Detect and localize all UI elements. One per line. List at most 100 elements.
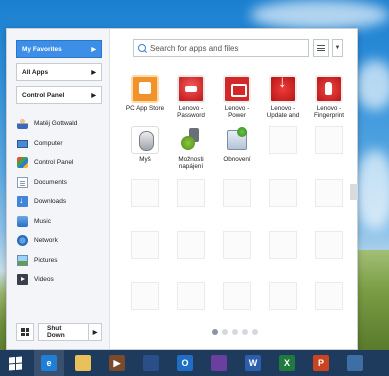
- chevron-right-icon: ▶: [91, 92, 96, 99]
- empty-tile[interactable]: [269, 282, 297, 310]
- taskbar-people-app[interactable]: [340, 350, 370, 376]
- taskbar-powerpoint[interactable]: P: [306, 350, 336, 376]
- app-label: Možnosti: [178, 156, 204, 163]
- empty-tile[interactable]: [269, 179, 297, 207]
- app-tile[interactable]: Lenovo - Update and: [260, 75, 306, 119]
- empty-tile[interactable]: [315, 231, 343, 259]
- powerpoint-icon: P: [313, 355, 329, 371]
- taskbar-outlook[interactable]: O: [170, 350, 200, 376]
- place-user[interactable]: Matěj Gottwald: [17, 114, 107, 134]
- taskbar-word[interactable]: W: [238, 350, 268, 376]
- app-tile[interactable]: Lenovo - Password: [168, 75, 214, 119]
- search-input[interactable]: [150, 43, 300, 53]
- view-dropdown-button[interactable]: ▼: [332, 39, 343, 57]
- fingerprint-icon: [315, 75, 343, 103]
- place-downloads[interactable]: Downloads: [17, 192, 107, 212]
- empty-tile[interactable]: [269, 126, 297, 154]
- control-panel-icon: [17, 157, 28, 169]
- place-music[interactable]: Music: [17, 212, 107, 232]
- place-label: Documents: [34, 178, 67, 186]
- search-icon: [138, 44, 146, 52]
- internet-explorer-icon: e: [41, 355, 57, 371]
- page-dot[interactable]: [222, 329, 228, 335]
- shutdown-button[interactable]: Shut Down ▶: [38, 323, 102, 341]
- page-dot[interactable]: [242, 329, 248, 335]
- place-documents[interactable]: Documents: [17, 173, 107, 193]
- app-label: Lenovo -: [316, 105, 342, 112]
- empty-tile[interactable]: [131, 179, 159, 207]
- empty-tile[interactable]: [269, 231, 297, 259]
- notepad-app-icon: [211, 355, 227, 371]
- app-label: Lenovo -: [270, 105, 296, 112]
- app-tile[interactable]: Lenovo - Power: [214, 75, 260, 119]
- app-tile[interactable]: Obnovení: [214, 126, 260, 163]
- empty-tile[interactable]: [315, 179, 343, 207]
- nav-label: My Favorites: [22, 45, 62, 53]
- taskbar-blue-app[interactable]: [136, 350, 166, 376]
- user-icon: [17, 118, 28, 130]
- taskbar-excel[interactable]: X: [272, 350, 302, 376]
- app-tile[interactable]: PC App Store: [122, 75, 168, 112]
- empty-tile[interactable]: [131, 231, 159, 259]
- empty-tile[interactable]: [177, 179, 205, 207]
- chevron-down-icon: ▼: [334, 45, 341, 51]
- taskbar-internet-explorer[interactable]: e: [34, 350, 64, 376]
- taskbar-file-explorer[interactable]: [68, 350, 98, 376]
- outlook-icon: O: [177, 355, 193, 371]
- app-label: PC App Store: [125, 105, 165, 112]
- start-button[interactable]: [0, 350, 30, 376]
- app-label-2: napájení: [178, 163, 204, 170]
- nav-control-panel[interactable]: Control Panel ▶: [16, 86, 102, 104]
- app-tile[interactable]: Lenovo - Fingerprint: [306, 75, 352, 119]
- page-dot[interactable]: [212, 329, 218, 335]
- app-label: Obnovení: [223, 156, 251, 163]
- nav-my-favorites[interactable]: My Favorites ▶: [16, 40, 102, 58]
- taskbar: e ▶ O W X P: [0, 350, 389, 376]
- chevron-right-icon[interactable]: ▶: [89, 324, 101, 340]
- start-screen-button[interactable]: [16, 323, 34, 341]
- desktop-grass: [355, 250, 389, 350]
- next-page-handle[interactable]: [350, 184, 358, 200]
- taskbar-notepad-app[interactable]: [204, 350, 234, 376]
- nav-all-apps[interactable]: All Apps ▶: [16, 63, 102, 81]
- app-label-2: Power: [228, 112, 246, 119]
- app-label: Lenovo -: [178, 105, 204, 112]
- taskbar-items: e ▶ O W X P: [30, 350, 370, 376]
- search-box[interactable]: [133, 39, 309, 57]
- app-tile[interactable]: Možnosti napájení: [168, 126, 214, 170]
- empty-tile[interactable]: [315, 282, 343, 310]
- view-toggle-button[interactable]: [313, 39, 329, 57]
- nav-label: Control Panel: [22, 91, 65, 99]
- place-pictures[interactable]: Pictures: [17, 251, 107, 271]
- computer-icon: [17, 139, 28, 148]
- place-control-panel[interactable]: Control Panel: [17, 153, 107, 173]
- place-label: Network: [34, 237, 58, 245]
- empty-tile[interactable]: [177, 282, 205, 310]
- store-icon: [131, 75, 159, 103]
- media-player-icon: ▶: [109, 355, 125, 371]
- place-videos[interactable]: Videos: [17, 270, 107, 290]
- app-label: Myš: [139, 156, 151, 163]
- place-label: Videos: [34, 276, 54, 284]
- empty-tile[interactable]: [131, 282, 159, 310]
- page-dot[interactable]: [232, 329, 238, 335]
- desktop-cloud: [355, 150, 389, 230]
- empty-tile[interactable]: [223, 179, 251, 207]
- place-network[interactable]: Network: [17, 231, 107, 251]
- taskbar-media-player[interactable]: ▶: [102, 350, 132, 376]
- places-list: Matěj Gottwald Computer Control Panel Do…: [17, 114, 107, 290]
- app-tile[interactable]: Myš: [122, 126, 168, 163]
- password-icon: [177, 75, 205, 103]
- app-label-2: Password: [177, 112, 205, 119]
- documents-icon: [17, 176, 28, 188]
- empty-tile[interactable]: [315, 126, 343, 154]
- empty-tile[interactable]: [223, 282, 251, 310]
- empty-tile[interactable]: [223, 231, 251, 259]
- page-dot[interactable]: [252, 329, 258, 335]
- empty-tile[interactable]: [177, 231, 205, 259]
- power-icon: [223, 75, 251, 103]
- app-label: Lenovo -: [224, 105, 250, 112]
- shutdown-label: Shut Down: [39, 324, 89, 340]
- place-computer[interactable]: Computer: [17, 134, 107, 154]
- start-menu-left-pane: My Favorites ▶ All Apps ▶ Control Panel …: [7, 29, 110, 349]
